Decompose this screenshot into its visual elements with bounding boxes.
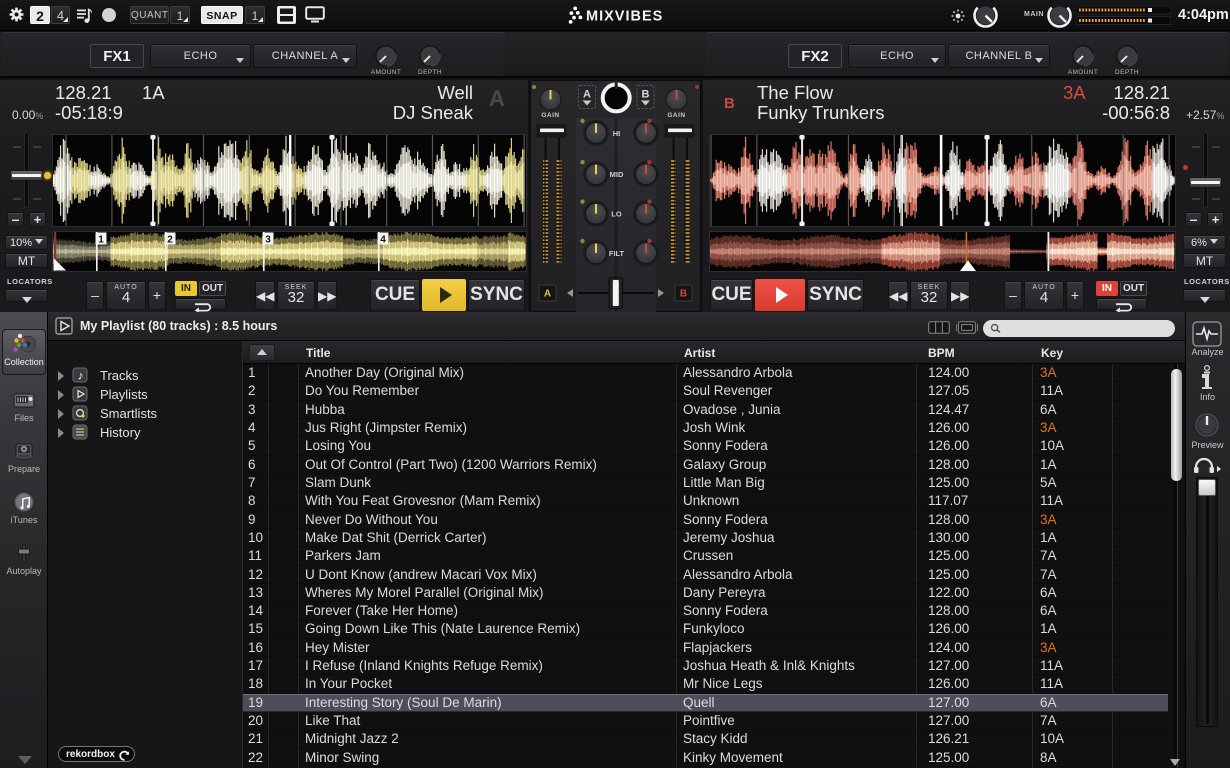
svg-text:2: 2 [167, 235, 173, 246]
svg-text:A: A [583, 89, 591, 101]
svg-text:A: A [544, 289, 551, 300]
svg-text:MIXVIBES: MIXVIBES [586, 9, 663, 25]
svg-text:B: B [680, 289, 687, 300]
svg-text:3: 3 [265, 235, 271, 246]
svg-text:LO: LO [611, 210, 622, 219]
svg-text:4: 4 [380, 235, 386, 246]
svg-text:1: 1 [98, 235, 104, 246]
svg-text:FILT: FILT [609, 249, 625, 258]
svg-text:HI: HI [613, 129, 621, 138]
svg-text:GAIN: GAIN [541, 112, 559, 119]
svg-text:♪: ♪ [78, 369, 84, 383]
svg-text:MID: MID [610, 170, 624, 179]
svg-text:GAIN: GAIN [667, 112, 685, 119]
svg-text:B: B [642, 89, 650, 101]
